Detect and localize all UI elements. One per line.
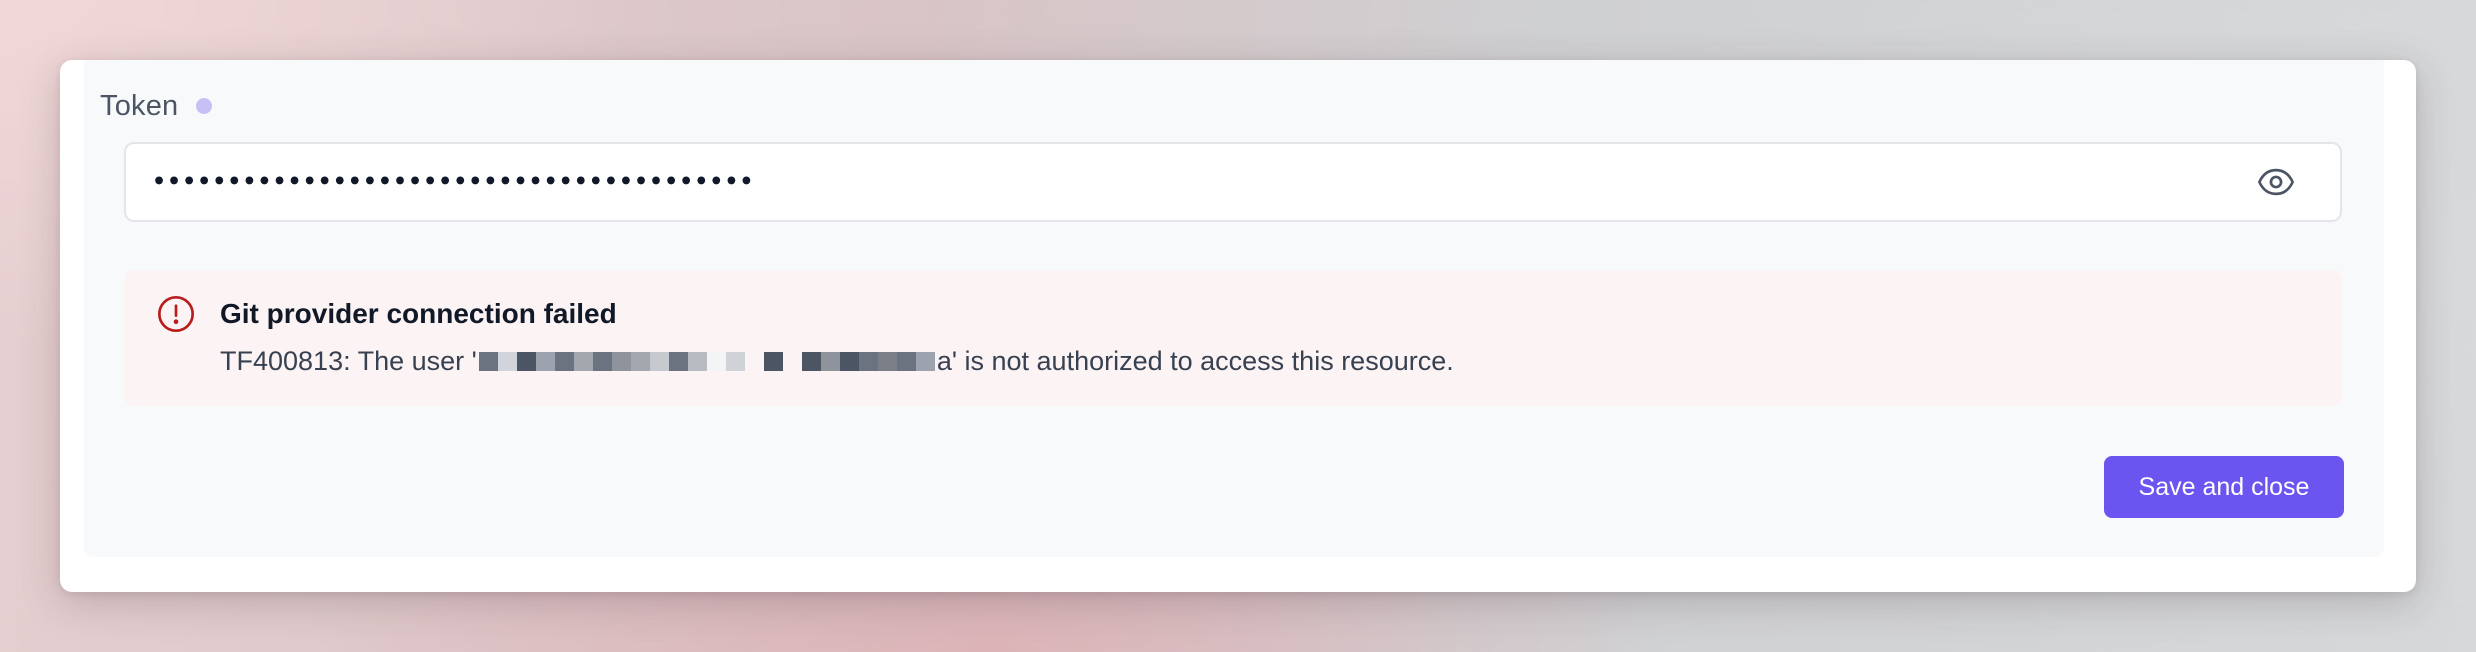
eye-icon	[2258, 168, 2294, 196]
show-token-button[interactable]	[2256, 162, 2296, 202]
save-and-close-button[interactable]: Save and close	[2104, 456, 2344, 518]
token-label: Token	[100, 89, 179, 122]
alert-message-prefix: TF400813: The user '	[220, 346, 477, 376]
alert-message-tail: a	[936, 346, 952, 376]
token-label-row: Token	[100, 89, 213, 122]
alert-title: Git provider connection failed	[220, 298, 617, 329]
error-alert: Git provider connection failed TF400813:…	[124, 270, 2342, 406]
alert-message-suffix: ' is not authorized to access this resou…	[951, 346, 1454, 376]
token-input[interactable]: ••••••••••••••••••••••••••••••••••••••••	[124, 142, 2342, 222]
exclamation-circle-icon	[158, 296, 194, 332]
alert-message: TF400813: The user ' a ' is not authoriz…	[220, 346, 1454, 377]
token-masked-value[interactable]: ••••••••••••••••••••••••••••••••••••••••	[152, 170, 754, 195]
required-indicator	[196, 98, 213, 114]
redacted-username	[478, 352, 935, 372]
